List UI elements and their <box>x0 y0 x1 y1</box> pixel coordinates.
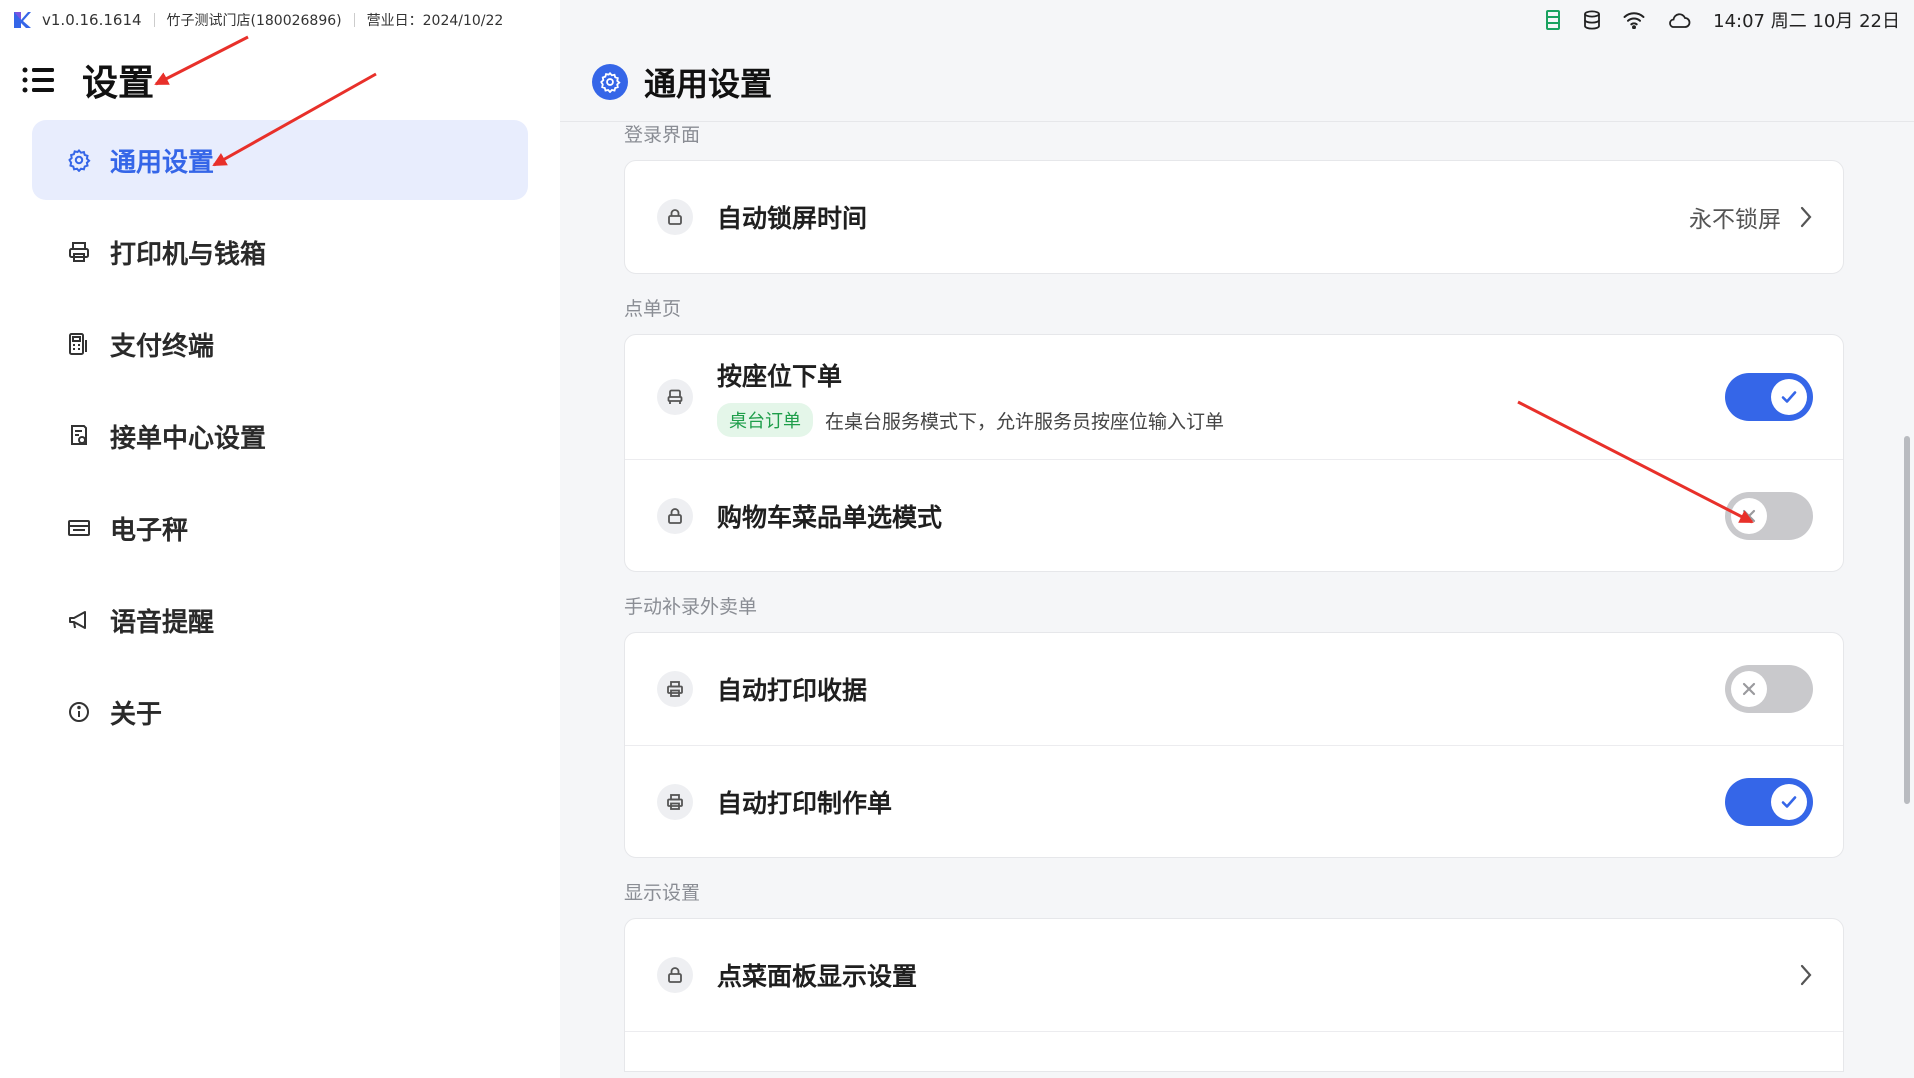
sidebar-item-general[interactable]: 通用设置 <box>32 120 528 200</box>
card-order-page: 按座位下单 桌台订单 在桌台服务模式下，允许服务员按座位输入订单 购物车菜品单选… <box>624 334 1844 572</box>
section-title-login: 登录界面 <box>624 124 701 146</box>
divider <box>353 13 355 27</box>
auto-lock-setting-row[interactable]: 自动锁屏时间 永不锁屏 <box>625 161 1843 273</box>
sidebar-item-about[interactable]: 关于 <box>32 672 528 752</box>
sidebar-item-label: 关于 <box>110 699 163 730</box>
status-bar: 14:07 周二 10月 22日 <box>1545 6 1900 34</box>
sidebar-item-printer[interactable]: 打印机与钱箱 <box>32 212 528 292</box>
sidebar-item-label: 语音提醒 <box>110 607 215 638</box>
section-title-display: 显示设置 <box>624 882 701 904</box>
order-center-icon <box>66 423 92 449</box>
page-header: 通用设置 <box>592 60 772 104</box>
card-manual-delivery: 自动打印收据 自动打印制作单 <box>624 632 1844 858</box>
lock-icon <box>657 957 693 993</box>
database-icon <box>1584 10 1601 30</box>
menu-list-icon[interactable] <box>22 65 56 95</box>
document-status-icon <box>1546 10 1561 30</box>
settings-nav: 通用设置 打印机与钱箱 支付终端 接单中心设置 电子秤 语音提醒 关于 <box>32 120 528 764</box>
cart-single-select-toggle[interactable] <box>1725 491 1813 540</box>
sidebar-item-label: 电子秤 <box>110 515 189 546</box>
wifi-icon <box>1623 12 1645 29</box>
auto-print-production-row: 自动打印制作单 <box>625 745 1843 857</box>
settings-header: 设置 <box>22 58 154 104</box>
printer-icon <box>657 671 693 707</box>
next-setting-row-partial <box>625 1031 1843 1071</box>
sidebar-item-label: 支付终端 <box>110 331 215 362</box>
lock-icon <box>657 497 693 534</box>
cloud-icon <box>1669 13 1691 28</box>
setting-text: 自动锁屏时间 <box>717 199 1689 235</box>
app-logo-icon <box>14 12 31 28</box>
sidebar-item-order-center[interactable]: 接单中心设置 <box>32 396 528 476</box>
sidebar-item-label: 接单中心设置 <box>110 423 267 454</box>
gear-icon <box>66 147 92 173</box>
gear-icon <box>592 64 628 100</box>
clock-text: 14:07 周二 10月 22日 <box>1713 11 1900 32</box>
section-title-manual-delivery: 手动补录外卖单 <box>624 596 758 618</box>
setting-text: 按座位下单 桌台订单 在桌台服务模式下，允许服务员按座位输入订单 <box>717 357 1725 437</box>
setting-text: 自动打印制作单 <box>717 784 1725 820</box>
sidebar-item-voice-reminder[interactable]: 语音提醒 <box>32 580 528 660</box>
auto-print-receipt-row: 自动打印收据 <box>625 633 1843 745</box>
check-icon <box>1771 783 1807 820</box>
sidebar-item-label: 通用设置 <box>110 147 215 178</box>
close-icon <box>1731 497 1767 534</box>
auto-lock-value: 永不锁屏 <box>1689 207 1781 233</box>
setting-text: 购物车菜品单选模式 <box>717 498 1725 534</box>
settings-list: 登录界面 自动锁屏时间 永不锁屏 点单页 按座位下单 桌台订单 在桌台服务模式下… <box>624 122 1844 1072</box>
settings-title: 设置 <box>82 63 155 104</box>
chevron-right-icon <box>1800 964 1812 986</box>
divider <box>153 13 155 27</box>
scrollbar[interactable] <box>1904 436 1910 804</box>
setting-label: 购物车菜品单选模式 <box>717 502 943 532</box>
app-info-bar: v1.0.16.1614 竹子测试门店(180026896) 营业日：2024/… <box>12 8 503 32</box>
setting-label: 自动打印收据 <box>717 676 868 705</box>
auto-print-production-toggle[interactable] <box>1725 777 1813 826</box>
sidebar-item-label: 打印机与钱箱 <box>110 239 267 270</box>
printer-icon <box>66 239 92 265</box>
printer-icon <box>657 783 693 820</box>
store-name: 竹子测试门店(180026896) <box>166 13 342 29</box>
setting-label: 按座位下单 <box>717 362 843 391</box>
sidebar-item-scale[interactable]: 电子秤 <box>32 488 528 568</box>
pos-terminal-icon <box>66 331 92 357</box>
seat-icon <box>657 379 693 415</box>
setting-text: 点菜面板显示设置 <box>717 957 1799 993</box>
settings-sidebar: v1.0.16.1614 竹子测试门店(180026896) 营业日：2024/… <box>0 0 560 1078</box>
setting-subtitle: 桌台订单 在桌台服务模式下，允许服务员按座位输入订单 <box>717 403 1725 437</box>
setting-label: 自动打印制作单 <box>717 788 893 818</box>
card-display: 点菜面板显示设置 <box>624 918 1844 1072</box>
page-title: 通用设置 <box>644 65 773 103</box>
app-version: v1.0.16.1614 <box>42 11 142 29</box>
cart-single-select-row: 购物车菜品单选模式 <box>625 459 1843 571</box>
settings-content-panel: 14:07 周二 10月 22日 通用设置 登录界面 自动锁屏时间 永不锁屏 点… <box>560 0 1914 1078</box>
setting-description: 在桌台服务模式下，允许服务员按座位输入订单 <box>825 410 1225 433</box>
setting-text: 自动打印收据 <box>717 671 1725 707</box>
megaphone-icon <box>66 607 92 633</box>
business-date: 营业日：2024/10/22 <box>366 13 504 29</box>
setting-label: 点菜面板显示设置 <box>717 962 918 991</box>
close-icon <box>1731 671 1767 707</box>
menu-panel-display-row[interactable]: 点菜面板显示设置 <box>625 919 1843 1031</box>
section-title-order-page: 点单页 <box>624 298 682 320</box>
scale-icon <box>66 515 92 541</box>
table-order-badge: 桌台订单 <box>717 403 813 437</box>
sidebar-item-payment-terminal[interactable]: 支付终端 <box>32 304 528 384</box>
order-by-seat-row: 按座位下单 桌台订单 在桌台服务模式下，允许服务员按座位输入订单 <box>625 335 1843 459</box>
setting-label: 自动锁屏时间 <box>717 204 868 233</box>
card-login: 自动锁屏时间 永不锁屏 <box>624 160 1844 274</box>
check-icon <box>1771 379 1807 415</box>
auto-print-receipt-toggle[interactable] <box>1725 665 1813 713</box>
order-by-seat-toggle[interactable] <box>1725 373 1813 421</box>
lock-icon <box>657 199 693 235</box>
chevron-right-icon <box>1800 206 1812 228</box>
info-icon <box>66 699 92 725</box>
